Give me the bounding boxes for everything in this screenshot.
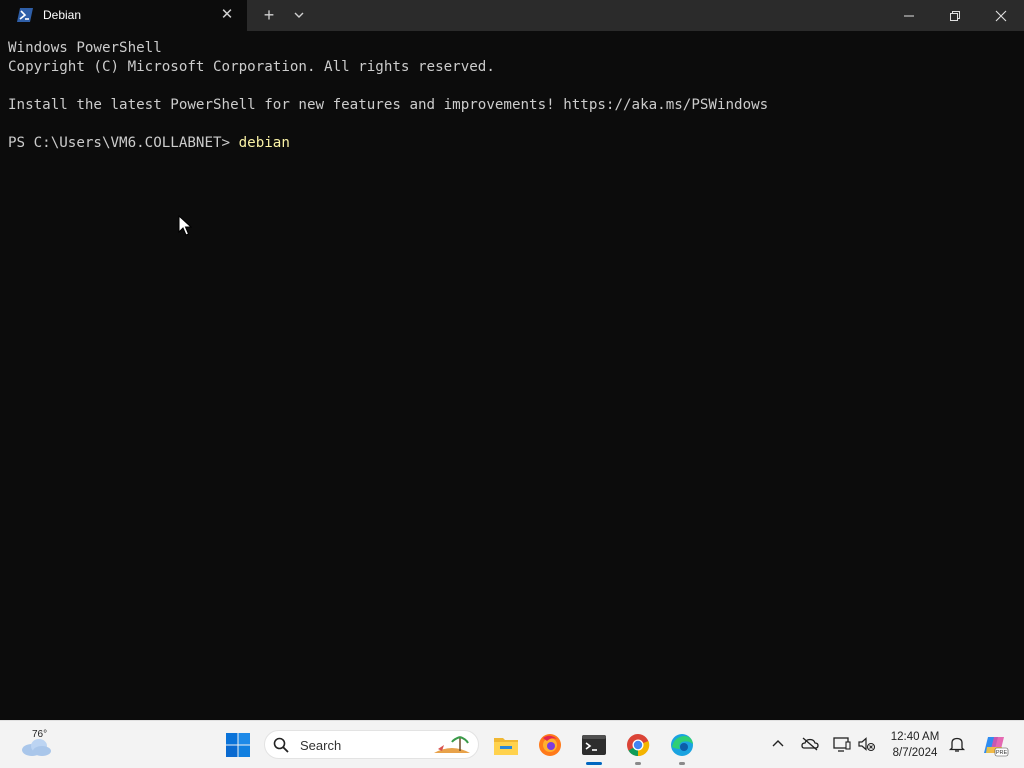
edge-icon: [671, 734, 693, 756]
clock[interactable]: 12:40 AM 8/7/2024: [882, 729, 948, 761]
mouse-cursor-icon: [178, 215, 192, 236]
terminal-prompt-line: PS C:\Users\VM6.COLLABNET> debian: [8, 135, 290, 151]
close-tab-icon[interactable]: ✕: [217, 5, 237, 25]
start-icon[interactable]: [222, 729, 254, 761]
chevron-down-icon[interactable]: [289, 5, 309, 25]
search-highlight-icon: [434, 736, 470, 753]
copilot-icon[interactable]: PRE: [978, 729, 1010, 761]
terminal-line: Install the latest PowerShell for new fe…: [8, 97, 769, 113]
clock-time: 12:40 AM: [890, 731, 940, 743]
file-explorer-icon[interactable]: [490, 729, 522, 761]
display-icon[interactable]: [832, 734, 852, 754]
restore-button[interactable]: [932, 0, 978, 31]
taskbar: 76° Search 12:40 AM 8/7/2024 PRE: [0, 720, 1024, 768]
title-bar: Debian ✕ +: [0, 0, 1024, 31]
terminal-output[interactable]: Windows PowerShell Copyright (C) Microso…: [0, 31, 1024, 720]
minimize-icon: [904, 15, 914, 17]
powershell-icon: [17, 8, 33, 22]
svg-text:PRE: PRE: [996, 750, 1008, 756]
plus-icon[interactable]: +: [259, 5, 279, 25]
onedrive-icon[interactable]: [800, 734, 820, 754]
clock-date: 8/7/2024: [892, 747, 938, 759]
terminal-line: Windows PowerShell: [8, 40, 162, 56]
weather-temperature: 76°: [32, 729, 48, 740]
search-icon: [273, 737, 289, 753]
terminal-icon: [582, 735, 606, 755]
close-icon: [995, 10, 1007, 22]
speaker-icon[interactable]: [857, 734, 877, 754]
notification-bell-icon[interactable]: [947, 734, 967, 754]
minimize-button[interactable]: [886, 0, 932, 31]
terminal-line: Copyright (C) Microsoft Corporation. All…: [8, 59, 495, 75]
restore-icon: [950, 11, 960, 22]
firefox-icon[interactable]: [534, 729, 566, 761]
chevron-up-icon[interactable]: [768, 734, 788, 754]
close-button[interactable]: [978, 0, 1024, 31]
command-text: debian: [238, 135, 290, 151]
tab-title: Debian: [43, 8, 82, 22]
chrome-icon: [627, 734, 650, 757]
search-placeholder: Search: [300, 738, 342, 753]
running-app-indicator: [679, 762, 685, 765]
prompt: PS C:\Users\VM6.COLLABNET>: [8, 135, 239, 151]
search-input[interactable]: Search: [264, 730, 479, 759]
tab-debian[interactable]: Debian ✕: [0, 0, 247, 31]
running-app-indicator: [635, 762, 641, 765]
active-app-indicator: [586, 762, 602, 765]
